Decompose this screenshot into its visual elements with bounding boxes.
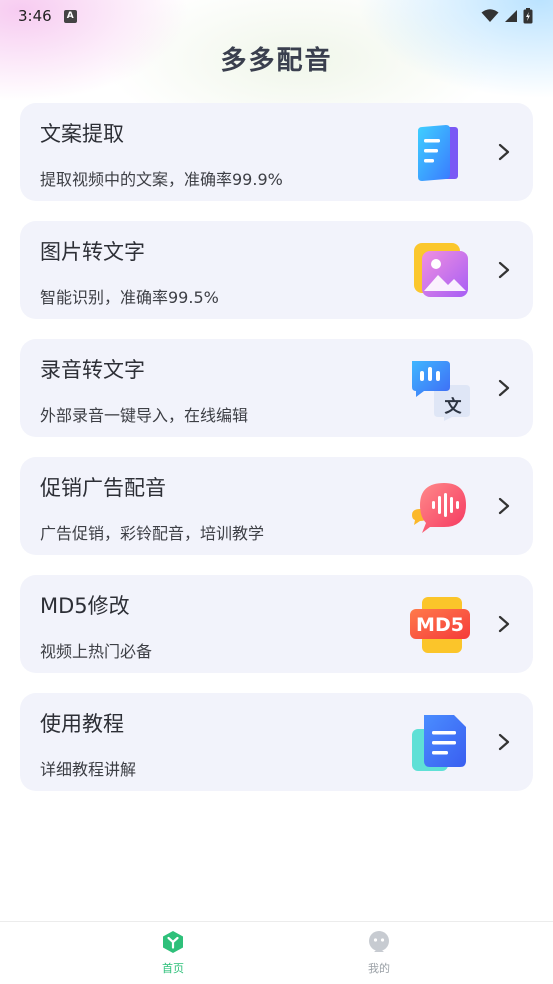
md5-icon-text: MD5 (416, 614, 464, 636)
page-title: 多多配音 (220, 46, 333, 76)
notification-icon: A (63, 9, 77, 23)
card-description: 详细教程讲解 (40, 760, 137, 779)
nav-home[interactable]: 首页 (133, 930, 213, 976)
card-title: 促销广告配音 (40, 476, 166, 500)
status-bar: 3:46 A (0, 0, 553, 32)
nav-mine[interactable]: 我的 (339, 930, 419, 976)
md5-icon: MD5 (410, 597, 470, 653)
card-image-to-text[interactable]: 图片转文字 智能识别，准确率99.5% (20, 221, 533, 319)
card-copy-extract[interactable]: 文案提取 提取视频中的文案，准确率99.9% (20, 103, 533, 201)
chevron-right-icon (498, 261, 510, 279)
speech-translate-icon: 文 (412, 361, 470, 421)
card-description: 广告促销，彩铃配音，培训教学 (40, 524, 265, 543)
card-title: 使用教程 (40, 712, 124, 736)
wifi-icon (481, 9, 499, 22)
card-description: 视频上热门必备 (40, 642, 153, 661)
card-title: MD5修改 (40, 594, 130, 618)
card-title: 文案提取 (40, 122, 124, 146)
signal-icon (505, 10, 517, 22)
image-icon (414, 243, 468, 297)
status-time: 3:46 (18, 7, 52, 25)
nav-mine-label: 我的 (368, 962, 390, 975)
svg-text:文: 文 (445, 396, 463, 417)
card-description: 外部录音一键导入，在线编辑 (40, 406, 249, 425)
battery-icon (523, 8, 533, 24)
profile-icon (369, 931, 389, 952)
tutorial-icon (412, 715, 466, 771)
voice-bubble-icon (412, 483, 466, 533)
chevron-right-icon (498, 733, 510, 751)
card-description: 提取视频中的文案，准确率99.9% (40, 170, 283, 189)
card-description: 智能识别，准确率99.5% (40, 288, 219, 307)
chevron-right-icon (498, 497, 510, 515)
home-icon (163, 931, 183, 953)
chevron-right-icon (498, 143, 510, 161)
card-title: 图片转文字 (40, 240, 145, 264)
chevron-right-icon (498, 615, 510, 633)
card-md5-modify[interactable]: MD5修改 视频上热门必备 MD5 (20, 575, 533, 673)
document-icon (418, 125, 458, 181)
card-promo-dubbing[interactable]: 促销广告配音 广告促销，彩铃配音，培训教学 (20, 457, 533, 555)
card-tutorial[interactable]: 使用教程 详细教程讲解 (20, 693, 533, 791)
card-audio-to-text[interactable]: 录音转文字 外部录音一键导入，在线编辑 文 (20, 339, 533, 437)
nav-home-label: 首页 (162, 962, 184, 975)
chevron-right-icon (498, 379, 510, 397)
card-title: 录音转文字 (40, 358, 145, 382)
bottom-nav: 首页 我的 (0, 921, 553, 984)
